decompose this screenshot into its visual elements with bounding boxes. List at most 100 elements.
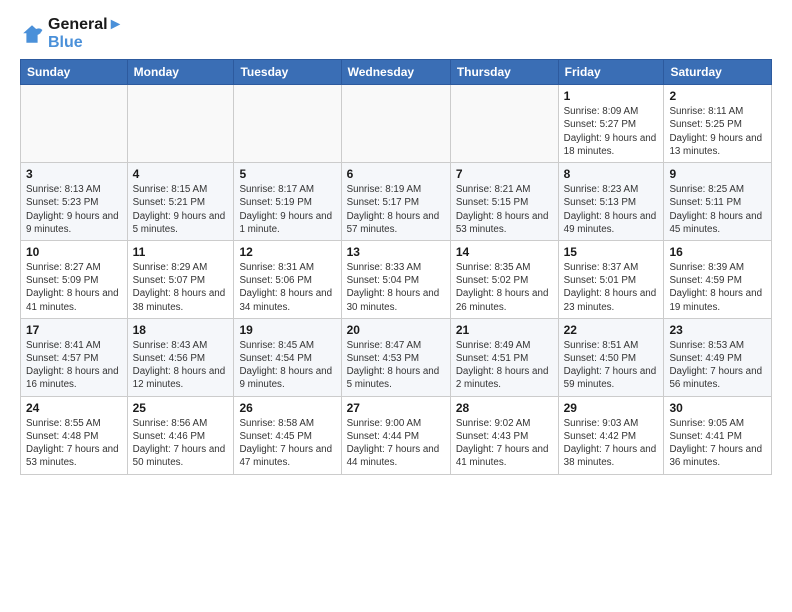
day-number: 20 [347,323,445,337]
day-info: Sunrise: 8:51 AM Sunset: 4:50 PM Dayligh… [564,339,659,392]
day-number: 29 [564,401,659,415]
logo-text: General► Blue [48,16,123,51]
weekday-header-saturday: Saturday [664,60,772,85]
day-cell: 26 Sunrise: 8:58 AM Sunset: 4:45 PM Dayli… [234,396,341,474]
day-info: Sunrise: 8:43 AM Sunset: 4:56 PM Dayligh… [133,339,229,392]
day-number: 14 [456,245,553,259]
day-info: Sunrise: 8:11 AM Sunset: 5:25 PM Dayligh… [669,105,766,158]
day-info: Sunrise: 8:33 AM Sunset: 5:04 PM Dayligh… [347,261,445,314]
day-number: 7 [456,167,553,181]
day-cell: 1 Sunrise: 8:09 AM Sunset: 5:27 PM Daylig… [558,85,664,163]
day-number: 2 [669,89,766,103]
day-number: 24 [26,401,122,415]
day-cell: 9Sunrise: 8:25 AM Sunset: 5:11 PM Daylig… [664,163,772,241]
day-number: 1 [564,89,659,103]
day-cell: 18 Sunrise: 8:43 AM Sunset: 4:56 PM Dayli… [127,318,234,396]
day-info: Sunrise: 8:41 AM Sunset: 4:57 PM Dayligh… [26,339,122,392]
day-cell: 19 Sunrise: 8:45 AM Sunset: 4:54 PM Dayli… [234,318,341,396]
day-number: 21 [456,323,553,337]
day-number: 3 [26,167,122,181]
day-number: 23 [669,323,766,337]
day-info: Sunrise: 8:45 AM Sunset: 4:54 PM Dayligh… [239,339,335,392]
day-info: Sunrise: 8:17 AM Sunset: 5:19 PM Dayligh… [239,183,335,236]
day-info: Sunrise: 8:13 AM Sunset: 5:23 PM Dayligh… [26,183,122,236]
logo-icon [20,22,44,46]
day-cell: 14 Sunrise: 8:35 AM Sunset: 5:02 PM Dayli… [450,240,558,318]
day-number: 10 [26,245,122,259]
day-cell [127,85,234,163]
day-number: 18 [133,323,229,337]
day-number: 22 [564,323,659,337]
day-cell [234,85,341,163]
day-info: Sunrise: 8:56 AM Sunset: 4:46 PM Dayligh… [133,417,229,470]
weekday-header-sunday: Sunday [21,60,128,85]
week-row-5: 24Sunrise: 8:55 AM Sunset: 4:48 PM Dayli… [21,396,772,474]
week-row-2: 3 Sunrise: 8:13 AM Sunset: 5:23 PM Daylig… [21,163,772,241]
day-info: Sunrise: 8:27 AM Sunset: 5:09 PM Dayligh… [26,261,122,314]
day-cell: 11 Sunrise: 8:29 AM Sunset: 5:07 PM Dayli… [127,240,234,318]
day-cell: 5 Sunrise: 8:17 AM Sunset: 5:19 PM Daylig… [234,163,341,241]
day-number: 16 [669,245,766,259]
weekday-header-thursday: Thursday [450,60,558,85]
day-info: Sunrise: 9:02 AM Sunset: 4:43 PM Dayligh… [456,417,553,470]
day-cell: 3 Sunrise: 8:13 AM Sunset: 5:23 PM Daylig… [21,163,128,241]
weekday-header-friday: Friday [558,60,664,85]
day-cell: 10 Sunrise: 8:27 AM Sunset: 5:09 PM Dayli… [21,240,128,318]
day-cell: 8 Sunrise: 8:23 AM Sunset: 5:13 PM Daylig… [558,163,664,241]
day-cell: 22 Sunrise: 8:51 AM Sunset: 4:50 PM Dayli… [558,318,664,396]
calendar-table: SundayMondayTuesdayWednesdayThursdayFrid… [20,59,772,474]
weekday-header-tuesday: Tuesday [234,60,341,85]
day-info: Sunrise: 8:31 AM Sunset: 5:06 PM Dayligh… [239,261,335,314]
day-cell: 12 Sunrise: 8:31 AM Sunset: 5:06 PM Dayli… [234,240,341,318]
day-info: Sunrise: 8:21 AM Sunset: 5:15 PM Dayligh… [456,183,553,236]
day-info: Sunrise: 8:35 AM Sunset: 5:02 PM Dayligh… [456,261,553,314]
day-cell: 13 Sunrise: 8:33 AM Sunset: 5:04 PM Dayli… [341,240,450,318]
day-number: 15 [564,245,659,259]
week-row-3: 10 Sunrise: 8:27 AM Sunset: 5:09 PM Dayli… [21,240,772,318]
day-number: 6 [347,167,445,181]
day-info: Sunrise: 8:09 AM Sunset: 5:27 PM Dayligh… [564,105,659,158]
day-number: 27 [347,401,445,415]
day-cell: 23 Sunrise: 8:53 AM Sunset: 4:49 PM Dayli… [664,318,772,396]
day-number: 5 [239,167,335,181]
day-cell: 29 Sunrise: 9:03 AM Sunset: 4:42 PM Dayli… [558,396,664,474]
day-info: Sunrise: 8:53 AM Sunset: 4:49 PM Dayligh… [669,339,766,392]
day-cell: 17Sunrise: 8:41 AM Sunset: 4:57 PM Dayli… [21,318,128,396]
day-number: 19 [239,323,335,337]
day-number: 26 [239,401,335,415]
day-number: 30 [669,401,766,415]
day-number: 9 [669,167,766,181]
day-info: Sunrise: 8:39 AM Sunset: 4:59 PM Dayligh… [669,261,766,314]
weekday-header-row: SundayMondayTuesdayWednesdayThursdayFrid… [21,60,772,85]
day-number: 11 [133,245,229,259]
day-cell: 24Sunrise: 8:55 AM Sunset: 4:48 PM Dayli… [21,396,128,474]
day-number: 8 [564,167,659,181]
day-cell: 15 Sunrise: 8:37 AM Sunset: 5:01 PM Dayli… [558,240,664,318]
day-cell: 28 Sunrise: 9:02 AM Sunset: 4:43 PM Dayli… [450,396,558,474]
day-cell: 4Sunrise: 8:15 AM Sunset: 5:21 PM Daylig… [127,163,234,241]
day-cell: 16 Sunrise: 8:39 AM Sunset: 4:59 PM Dayli… [664,240,772,318]
day-cell: 6 Sunrise: 8:19 AM Sunset: 5:17 PM Daylig… [341,163,450,241]
day-cell [21,85,128,163]
day-info: Sunrise: 9:03 AM Sunset: 4:42 PM Dayligh… [564,417,659,470]
page: General► Blue SundayMondayTuesdayWednesd… [0,0,792,612]
day-info: Sunrise: 8:47 AM Sunset: 4:53 PM Dayligh… [347,339,445,392]
day-number: 28 [456,401,553,415]
day-cell: 27 Sunrise: 9:00 AM Sunset: 4:44 PM Dayli… [341,396,450,474]
day-number: 12 [239,245,335,259]
day-number: 13 [347,245,445,259]
day-info: Sunrise: 9:00 AM Sunset: 4:44 PM Dayligh… [347,417,445,470]
day-info: Sunrise: 8:29 AM Sunset: 5:07 PM Dayligh… [133,261,229,314]
header: General► Blue [20,16,772,51]
logo: General► Blue [20,16,123,51]
day-info: Sunrise: 8:23 AM Sunset: 5:13 PM Dayligh… [564,183,659,236]
day-info: Sunrise: 8:49 AM Sunset: 4:51 PM Dayligh… [456,339,553,392]
day-info: Sunrise: 8:19 AM Sunset: 5:17 PM Dayligh… [347,183,445,236]
day-cell [450,85,558,163]
day-info: Sunrise: 9:05 AM Sunset: 4:41 PM Dayligh… [669,417,766,470]
day-cell: 21 Sunrise: 8:49 AM Sunset: 4:51 PM Dayli… [450,318,558,396]
weekday-header-monday: Monday [127,60,234,85]
day-number: 25 [133,401,229,415]
day-info: Sunrise: 8:58 AM Sunset: 4:45 PM Dayligh… [239,417,335,470]
day-info: Sunrise: 8:37 AM Sunset: 5:01 PM Dayligh… [564,261,659,314]
